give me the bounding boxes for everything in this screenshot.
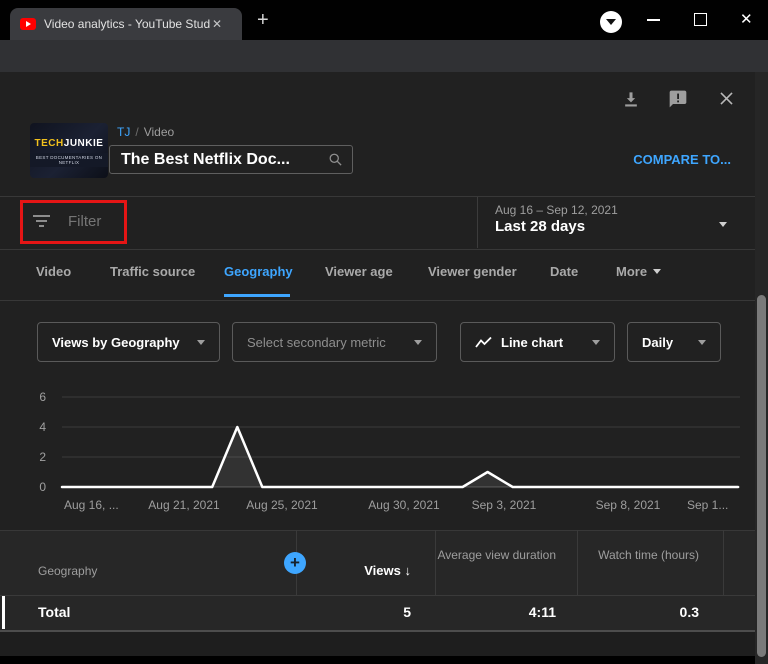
video-title: The Best Netflix Doc...	[121, 151, 290, 169]
search-icon	[328, 152, 343, 167]
x-axis-tick: Aug 16, ...	[64, 498, 119, 512]
tab-more[interactable]: More	[616, 264, 661, 279]
scrollbar-thumb[interactable]	[757, 295, 766, 657]
tab-viewer-gender[interactable]: Viewer gender	[428, 264, 517, 279]
analytics-tabs: Video Traffic source Geography Viewer ag…	[0, 249, 768, 301]
window-bottom-edge	[0, 656, 768, 664]
new-tab-button[interactable]: +	[257, 10, 269, 30]
feedback-icon[interactable]	[668, 89, 688, 109]
tab-video[interactable]: Video	[36, 264, 71, 279]
media-controls-button[interactable]	[600, 11, 622, 33]
window-close-button[interactable]: ✕	[740, 10, 753, 28]
total-watch-time: 0.3	[577, 595, 699, 630]
filter-bar-divider	[477, 197, 478, 248]
chevron-down-icon	[606, 19, 616, 25]
x-axis-tick: Aug 30, 2021	[368, 498, 439, 512]
annotation-highlight-box	[20, 200, 127, 244]
x-axis-tick: Sep 8, 2021	[596, 498, 661, 512]
browser-window: Video analytics - YouTube Studio ✕ + ✕ s…	[0, 0, 768, 664]
row-selection-marker	[2, 596, 5, 629]
total-avg-view-duration: 4:11	[435, 595, 556, 630]
chevron-down-icon	[698, 340, 706, 345]
granularity-dropdown[interactable]: Daily	[627, 322, 721, 362]
window-maximize-button[interactable]	[694, 13, 707, 26]
metric-dropdown[interactable]: Views by Geography	[37, 322, 220, 362]
chevron-down-icon	[592, 340, 600, 345]
total-views: 5	[296, 595, 411, 630]
sort-descending-icon: ↓	[405, 563, 412, 578]
channel-thumb-title: TECHJUNKIE	[30, 138, 108, 149]
browser-titlebar: Video analytics - YouTube Studio ✕ + ✕	[0, 0, 768, 40]
window-minimize-button[interactable]	[647, 19, 660, 21]
date-range-selector[interactable]: Last 28 days	[495, 218, 585, 235]
breadcrumb-channel-link[interactable]: TJ	[117, 125, 130, 139]
date-range-text: Aug 16 – Sep 12, 2021	[495, 203, 618, 217]
x-axis-tick: Sep 1...	[687, 498, 728, 512]
channel-avatar[interactable]: TECHJUNKIE BEST DOCUMENTARIES ON NETFLIX	[30, 123, 108, 178]
chevron-down-icon[interactable]	[719, 222, 727, 227]
tab-title: Video analytics - YouTube Studio	[44, 17, 210, 31]
youtube-favicon-icon	[20, 18, 36, 30]
line-chart-icon	[475, 336, 493, 349]
breadcrumb: TJ/Video	[117, 125, 174, 139]
channel-thumb-subtitle: BEST DOCUMENTARIES ON NETFLIX	[30, 153, 108, 167]
column-header-watch-time[interactable]: Watch time (hours)	[577, 548, 699, 563]
secondary-metric-dropdown[interactable]: Select secondary metric	[232, 322, 437, 362]
views-line-chart	[0, 385, 755, 500]
total-label: Total	[38, 595, 70, 630]
chevron-down-icon	[414, 340, 422, 345]
youtube-studio-analytics-page: TECHJUNKIE BEST DOCUMENTARIES ON NETFLIX…	[0, 72, 768, 664]
video-search-box[interactable]: The Best Netflix Doc...	[109, 145, 353, 174]
tab-traffic-source[interactable]: Traffic source	[110, 264, 195, 279]
browser-tab[interactable]: Video analytics - YouTube Studio ✕	[10, 8, 242, 40]
tab-close-icon[interactable]: ✕	[212, 17, 222, 31]
chevron-down-icon	[197, 340, 205, 345]
page-footer	[0, 632, 768, 656]
breadcrumb-section[interactable]: Video	[144, 125, 174, 139]
x-axis-tick: Sep 3, 2021	[472, 498, 537, 512]
column-header-geography[interactable]: Geography	[38, 564, 97, 579]
active-tab-underline	[224, 294, 290, 297]
chevron-down-icon	[653, 269, 661, 274]
x-axis-tick: Aug 21, 2021	[148, 498, 219, 512]
tab-date[interactable]: Date	[550, 264, 578, 279]
download-icon[interactable]	[621, 89, 641, 109]
tab-viewer-age[interactable]: Viewer age	[325, 264, 393, 279]
column-header-avg-view-duration[interactable]: Average view duration	[435, 548, 556, 563]
tab-geography[interactable]: Geography	[224, 264, 293, 279]
chart-type-dropdown[interactable]: Line chart	[460, 322, 615, 362]
x-axis-tick: Aug 25, 2021	[246, 498, 317, 512]
close-icon[interactable]	[717, 89, 736, 108]
browser-toolbar: studio.youtube.com/video/dhDREVmecTg/ana…	[0, 40, 768, 72]
column-header-views[interactable]: Views ↓	[296, 563, 411, 578]
compare-to-link[interactable]: COMPARE TO...	[633, 152, 731, 167]
